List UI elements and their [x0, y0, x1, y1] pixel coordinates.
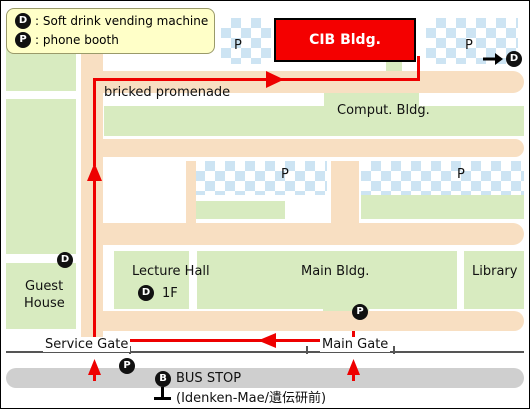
parking-label-north: P — [234, 38, 242, 53]
bus-stop-base — [154, 397, 171, 400]
route-arrow-up-main-gate — [347, 359, 360, 375]
legend-item-vending: D : Soft drink vending machine — [15, 13, 208, 29]
vending-machine-icon: D — [15, 13, 31, 29]
main-gate-label: Main Gate — [320, 337, 391, 352]
legend: D : Soft drink vending machine P : phone… — [6, 8, 215, 54]
lecture-hall-floor-label: 1F — [162, 286, 178, 301]
guest-house-label-line1: Guest — [25, 279, 64, 294]
bus-stop-icon: B — [155, 371, 171, 387]
lecture-hall-label: Lecture Hall — [132, 264, 210, 279]
parking-label-center: P — [281, 167, 289, 182]
phone-booth-icon-main: P — [352, 304, 368, 320]
bus-stop-sublabel: (Idenken-Mae/遺伝研前) — [176, 391, 327, 406]
legend-label-phone: : phone booth — [35, 33, 119, 47]
parking-label-northeast: P — [465, 38, 473, 53]
route-arrow-left-bottom — [258, 333, 276, 348]
pointer-arrow-head — [495, 53, 503, 65]
comput-building-label: Comput. Bldg. — [337, 103, 430, 118]
vending-machine-icon-lecture-hall: D — [138, 285, 154, 301]
promenade-label: bricked promenade — [104, 85, 231, 100]
route-arrow-up-promenade — [87, 163, 102, 181]
legend-item-phone: P : phone booth — [15, 32, 119, 48]
route-arrow-up-service-gate — [88, 359, 101, 375]
bus-stop-label: BUS STOP — [176, 371, 242, 386]
phone-booth-icon: P — [15, 32, 31, 48]
route-arrow-right-north — [266, 71, 284, 88]
route-arrow-stem-main — [352, 374, 355, 381]
service-gate-label: Service Gate — [43, 337, 131, 352]
vending-machine-icon-east: D — [506, 51, 522, 67]
main-building-label: Main Bldg. — [301, 264, 370, 279]
route-arrow-stem-service — [93, 374, 96, 381]
vending-machine-icon-guest-house: D — [57, 252, 73, 268]
legend-label-vending: : Soft drink vending machine — [35, 14, 209, 28]
parking-label-east: P — [457, 167, 465, 182]
campus-map: CIB Bldg. D : Soft drink vending machine… — [0, 0, 530, 409]
guest-house-label-line2: House — [24, 296, 65, 311]
library-label: Library — [472, 264, 518, 279]
phone-booth-icon-service-gate: P — [119, 358, 135, 374]
